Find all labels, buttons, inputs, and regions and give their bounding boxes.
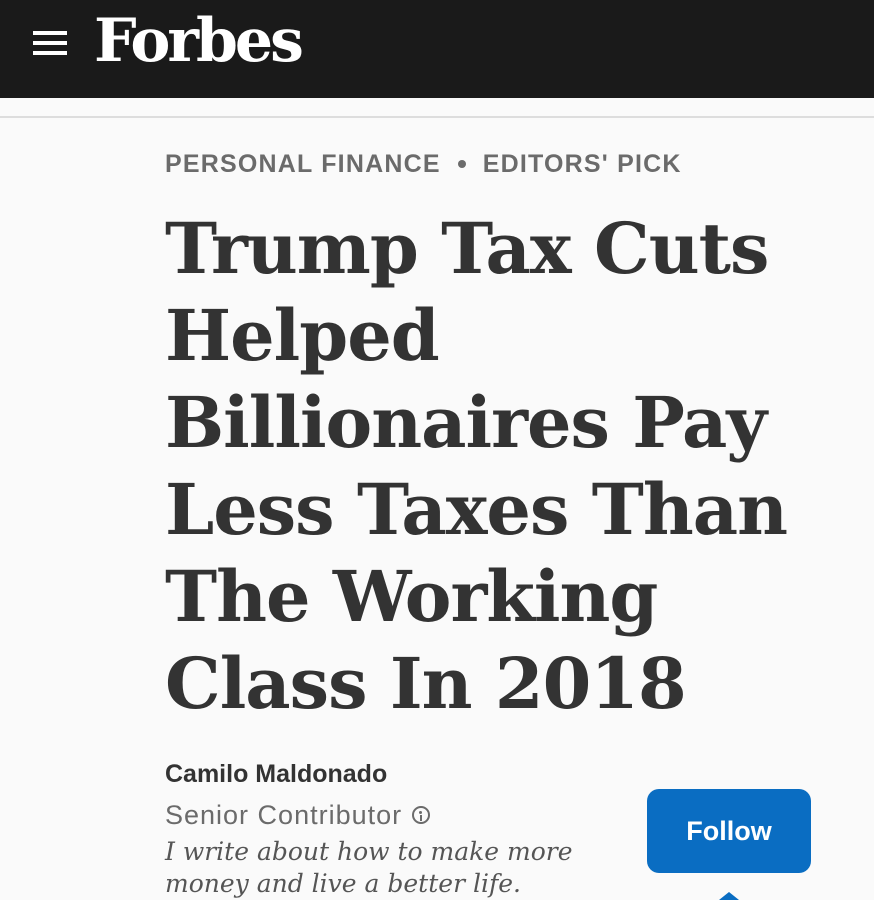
follow-tooltip-caret (719, 892, 739, 900)
author-name-link[interactable]: Camilo Maldonado (165, 760, 387, 789)
article-eyebrow: PERSONAL FINANCE EDITORS' PICK (165, 148, 682, 180)
author-bio: I write about how to make more money and… (165, 837, 573, 898)
follow-button[interactable]: Follow (647, 789, 811, 873)
hamburger-menu-icon[interactable] (33, 31, 67, 57)
author-role: Senior Contributor (165, 798, 431, 832)
top-nav-bar: Forbes (0, 0, 874, 98)
info-icon[interactable] (412, 806, 431, 824)
separator-dot (457, 160, 466, 168)
article-headline: Trump Tax Cuts Helped Billionaires Pay L… (165, 207, 788, 725)
header-divider (0, 116, 874, 118)
channel-link[interactable]: PERSONAL FINANCE (165, 150, 441, 179)
author-role-label: Senior Contributor (165, 799, 403, 830)
editors-pick-label: EDITORS' PICK (482, 149, 682, 178)
forbes-logo[interactable]: Forbes (94, 6, 304, 76)
